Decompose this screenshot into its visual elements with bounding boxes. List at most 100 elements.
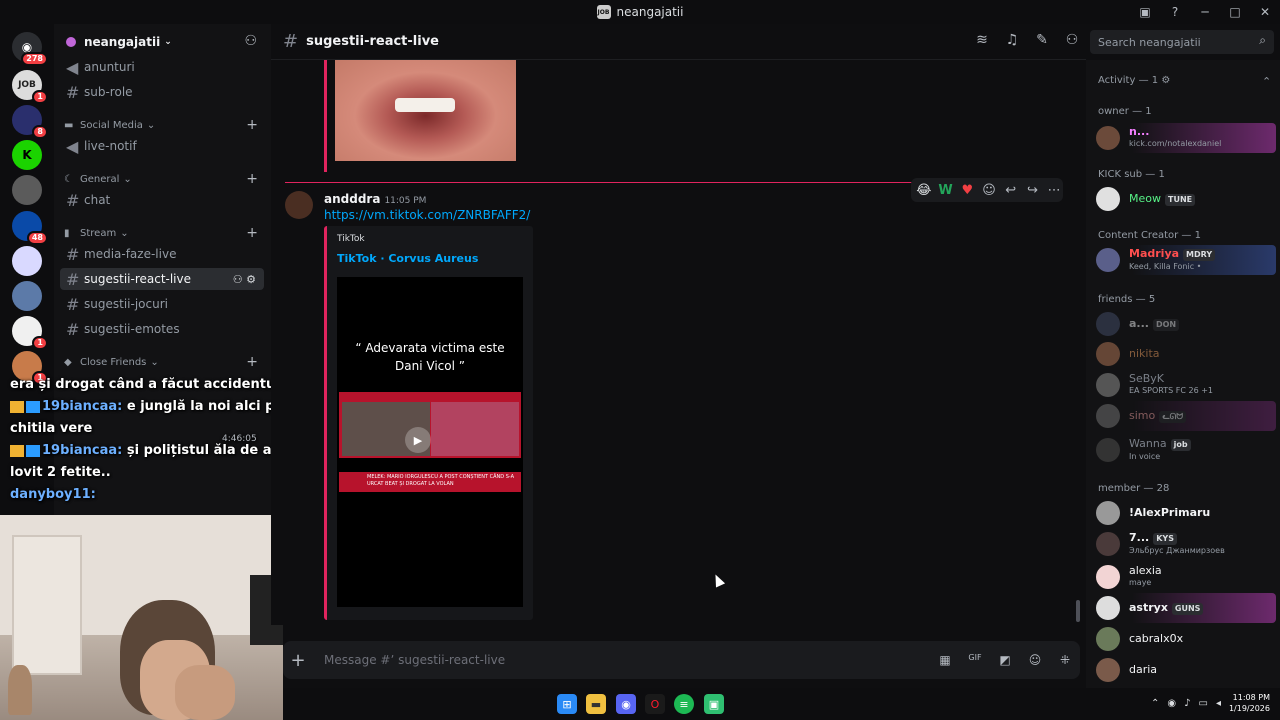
add-channel-icon[interactable]: + <box>246 171 258 187</box>
category-stream[interactable]: ▮ Stream ⌄ + <box>64 225 264 241</box>
heart-emoji-icon[interactable]: ♥ <box>958 183 976 198</box>
member-alexia[interactable]: alexia maye <box>1096 562 1276 592</box>
more-icon[interactable]: ⋯ <box>1045 183 1063 198</box>
server-icon-kick[interactable]: K <box>12 140 42 170</box>
message-author[interactable]: andddra 11:05 PM <box>324 192 426 206</box>
add-reaction-icon[interactable]: ☺ <box>980 183 998 198</box>
channel-sugestii-react-live[interactable]: # sugestii-react-live ⚇ ⚙ <box>60 268 264 290</box>
maximize-button[interactable]: □ <box>1220 5 1250 19</box>
member-astryx[interactable]: astryx GUNS <box>1096 593 1276 623</box>
gif-icon[interactable]: GIF <box>966 653 984 667</box>
message-input[interactable]: Message #ʼ sugestii-react-live <box>324 653 505 667</box>
member-wanna[interactable]: Wanna job In voice <box>1096 435 1276 465</box>
channel-live-notif[interactable]: ◀ live-notif <box>60 135 264 157</box>
inbox-icon[interactable]: ▣ <box>1130 5 1160 19</box>
threads-icon[interactable]: ≋ <box>974 32 990 48</box>
apps-icon[interactable]: ⁜ <box>1056 653 1074 667</box>
hash-icon: # <box>66 319 80 339</box>
member-meow[interactable]: Meow TUNE <box>1096 184 1276 214</box>
channel-sugestii-jocuri[interactable]: # sugestii-jocuri <box>60 293 264 315</box>
discord-tray-icon[interactable]: ◉ <box>1167 698 1176 709</box>
avatar <box>1096 373 1120 397</box>
emoji-icon[interactable]: ☺ <box>1026 653 1044 667</box>
w-emoji-icon[interactable]: W <box>937 183 955 198</box>
previous-embed-image[interactable] <box>335 60 516 161</box>
file-explorer-icon[interactable]: ▬ <box>586 694 606 714</box>
category-general[interactable]: ☾ General ⌄ + <box>64 171 264 187</box>
member-alexprimaru[interactable]: !AlexPrimaru <box>1096 498 1276 528</box>
discord-icon[interactable]: ◉ <box>616 694 636 714</box>
upload-button[interactable]: + <box>283 650 313 671</box>
member-madriya[interactable]: Madriya MDRY Keed, Killa Fonic • <box>1096 245 1276 275</box>
scrollbar[interactable] <box>1076 600 1080 622</box>
close-button[interactable]: ✕ <box>1250 5 1280 19</box>
server-icon-8[interactable] <box>12 281 42 311</box>
member-friend[interactable]: a... DON <box>1096 309 1276 339</box>
channel-anunturi[interactable]: ◀ anunturi <box>60 56 264 78</box>
add-channel-icon[interactable]: + <box>246 354 258 370</box>
member-simo[interactable]: simo ᓚᘏᗢ <box>1096 401 1276 431</box>
channel-chat[interactable]: # chat <box>60 189 264 211</box>
channel-sugestii-emotes[interactable]: # sugestii-emotes <box>60 318 264 340</box>
avatar <box>1096 126 1120 150</box>
invite-user-icon[interactable]: ⚇ <box>244 33 257 49</box>
message-link[interactable]: https://vm.tiktok.com/ZNRBFAFF2/ <box>324 208 530 222</box>
category-close-friends[interactable]: ◆ Close Friends ⌄ + <box>64 354 264 370</box>
member-daria[interactable]: daria <box>1096 655 1276 685</box>
volume-icon[interactable]: ◂ <box>1216 698 1221 709</box>
avatar <box>1096 501 1120 525</box>
server-icon-9[interactable]: 1 <box>12 316 48 350</box>
opera-icon[interactable]: O <box>645 694 665 714</box>
server-icon-3[interactable]: 8 <box>12 105 48 139</box>
forward-icon[interactable]: ↪ <box>1024 183 1042 198</box>
chevron-up-icon[interactable]: ⌃ <box>1151 698 1159 709</box>
chevron-down-icon: ⌄ <box>123 173 132 185</box>
play-icon[interactable]: ▶ <box>405 427 431 453</box>
overlay-message: era și drogat când a făcut accidentul <box>10 377 280 392</box>
spotify-icon[interactable]: ≡ <box>674 694 694 714</box>
member-cabralx0x[interactable]: cabralx0x <box>1096 624 1276 654</box>
member-list-icon[interactable]: ⚇ <box>1064 32 1080 48</box>
overlay-message: danyboy11: <box>10 487 96 502</box>
help-icon[interactable]: ? <box>1160 5 1190 19</box>
gift-icon[interactable]: ▦ <box>936 653 954 667</box>
server-header[interactable]: neangajatii ⌄ ⚇ <box>54 24 271 60</box>
server-icon-7[interactable] <box>12 246 42 276</box>
windows-start-icon[interactable]: ⊞ <box>557 694 577 714</box>
webcam-feed <box>0 515 283 720</box>
clock[interactable]: 11:08 PM 1/19/2026 <box>1229 692 1270 714</box>
member-sebyk[interactable]: SeByK EA SPORTS FC 26 +1 <box>1096 370 1276 400</box>
reply-icon[interactable]: ↩ <box>1002 183 1020 198</box>
avatar[interactable] <box>285 191 313 219</box>
search-input[interactable]: Search neangajatii ⌕ <box>1090 30 1274 54</box>
avatar <box>1096 312 1120 336</box>
minimize-button[interactable]: ─ <box>1190 5 1220 19</box>
category-icon: ◆ <box>64 356 72 368</box>
channel-sub-role[interactable]: # sub-role <box>60 81 264 103</box>
member-owner[interactable]: n... kick.com/notalexdaniel <box>1096 123 1276 153</box>
badge-icon <box>26 400 40 413</box>
microphone-icon[interactable]: ♪ <box>1184 698 1190 709</box>
bell-icon[interactable]: ♫ <box>1004 32 1020 48</box>
server-icon-job[interactable]: JOB 1 <box>12 70 48 104</box>
embed-video[interactable]: “ Adevarata victima este Dani Vicol ” ▶ … <box>337 277 523 607</box>
add-channel-icon[interactable]: + <box>246 117 258 133</box>
server-icon-6[interactable]: 48 <box>12 211 48 245</box>
member-7[interactable]: 7... KYS Эльбрус Джанмирзоев <box>1096 529 1276 559</box>
pin-icon[interactable]: ✎ <box>1034 32 1050 48</box>
discord-home-button[interactable]: ◉ 278 <box>12 32 48 66</box>
message-composer[interactable]: + Message #ʼ sugestii-react-live ▦ GIF ◩… <box>283 641 1080 679</box>
hash-icon: # <box>66 269 80 289</box>
category-social-media[interactable]: ▬ Social Media ⌄ + <box>64 117 264 133</box>
add-channel-icon[interactable]: + <box>246 225 258 241</box>
laugh-emoji-icon[interactable]: 😂 <box>915 183 933 198</box>
app-icon[interactable]: ▣ <box>704 694 724 714</box>
sticker-icon[interactable]: ◩ <box>996 653 1014 667</box>
channel-media-faze-live[interactable]: # media-faze-live <box>60 243 264 265</box>
server-icon-5[interactable] <box>12 175 42 205</box>
activity-header[interactable]: Activity — 1 ⚙ ⌃ <box>1098 75 1271 88</box>
embed-title[interactable]: TikTok · Corvus Aureus <box>337 252 478 265</box>
member-nikita[interactable]: nikita <box>1096 339 1276 369</box>
network-icon[interactable]: ▭ <box>1198 698 1207 709</box>
channel-settings-icon[interactable]: ⚇ ⚙ <box>233 273 256 286</box>
